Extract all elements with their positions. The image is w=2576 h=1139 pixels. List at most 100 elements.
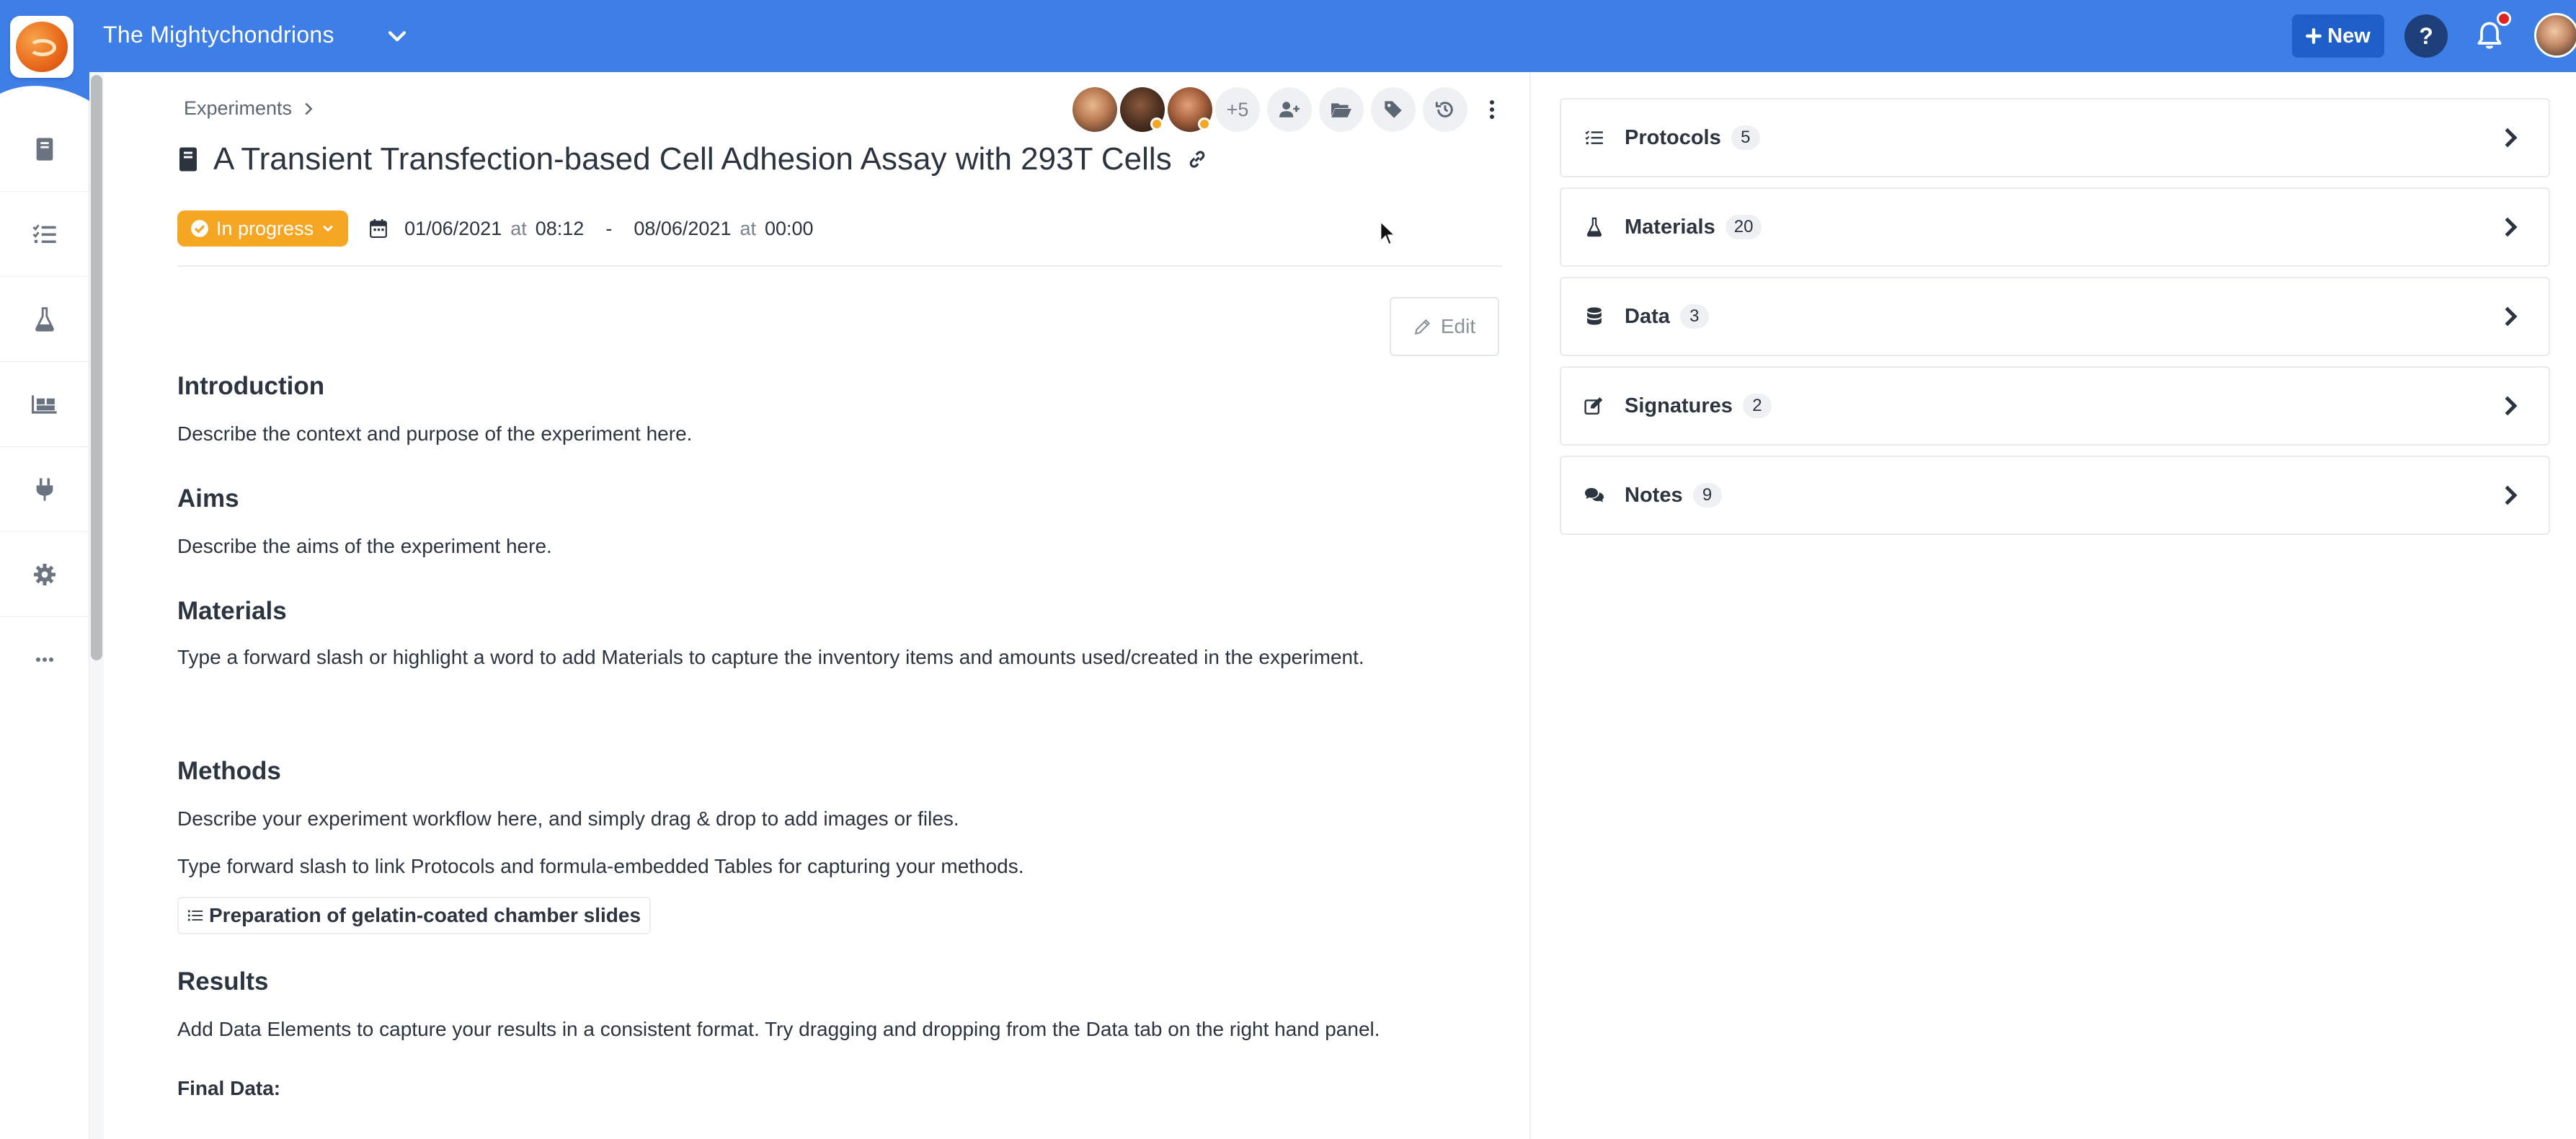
list-icon: [1585, 130, 1603, 145]
chevron-right-icon: [2505, 128, 2518, 148]
notebook-icon: [36, 137, 53, 161]
panel-card-label: Notes: [1625, 483, 1683, 507]
page-title[interactable]: A Transient Transfection-based Cell Adhe…: [213, 141, 1172, 177]
chevron-right-icon: [2505, 485, 2518, 505]
panel-card-count: 3: [1679, 304, 1709, 329]
start-time: 08:12: [535, 217, 585, 239]
edit-button[interactable]: Edit: [1390, 297, 1499, 356]
section-paragraph[interactable]: Type forward slash to link Protocols and…: [177, 855, 1024, 878]
add-collaborator-button[interactable]: [1267, 87, 1312, 132]
help-button[interactable]: ?: [2404, 14, 2448, 58]
scrollbar-thumb[interactable]: [91, 75, 102, 660]
nav-item-more[interactable]: [0, 617, 89, 702]
database-icon: [1587, 307, 1602, 325]
panel-card-label: Signatures: [1625, 394, 1733, 417]
signature-icon: [1584, 397, 1603, 415]
panel-card-data[interactable]: Data 3: [1560, 277, 2550, 356]
new-button-label: New: [2327, 24, 2371, 48]
history-button[interactable]: [1423, 87, 1467, 132]
panel-card-label: Data: [1625, 304, 1670, 328]
flask-icon: [35, 306, 54, 332]
linked-protocol-label: Preparation of gelatin-coated chamber sl…: [209, 904, 641, 926]
folder-button[interactable]: [1319, 87, 1364, 132]
start-date: 01/06/2021: [404, 217, 502, 239]
collaborator-avatar[interactable]: [1120, 87, 1165, 132]
chevron-down-icon[interactable]: [385, 25, 409, 49]
plug-icon: [36, 477, 53, 501]
tag-button[interactable]: [1371, 87, 1416, 132]
end-time: 00:00: [765, 217, 814, 239]
section-heading: Materials: [177, 597, 287, 625]
panel-card-label: Materials: [1625, 215, 1715, 239]
section-paragraph[interactable]: Add Data Elements to capture your result…: [177, 1018, 1380, 1041]
logo-mitochondrion: [16, 22, 68, 72]
list-icon: [187, 910, 203, 921]
header-divider: [177, 265, 1502, 267]
protocols-icon: [32, 223, 56, 243]
online-indicator: [1198, 118, 1211, 130]
link-icon[interactable]: [1186, 149, 1208, 170]
section-paragraph[interactable]: Describe the aims of the experiment here…: [177, 535, 552, 558]
panel-card-protocols[interactable]: Protocols 5: [1560, 98, 2550, 177]
section-heading: Introduction: [177, 372, 325, 400]
panel-card-signatures[interactable]: Signatures 2: [1560, 366, 2550, 446]
tag-icon: [1385, 101, 1402, 118]
collaborator-avatar[interactable]: [1072, 87, 1117, 132]
panel-card-count: 2: [1742, 394, 1772, 418]
section-heading: Methods: [177, 757, 281, 785]
section-paragraph[interactable]: Describe your experiment workflow here, …: [177, 807, 959, 830]
workspace-name[interactable]: The Mightychondrions: [103, 22, 334, 48]
kebab-menu-icon: [1490, 100, 1494, 119]
nav-item-notebook[interactable]: [0, 107, 89, 192]
experiment-toolbar: +5: [1072, 87, 1506, 133]
breadcrumb-experiments[interactable]: Experiments: [184, 97, 292, 120]
notification-badge: [2497, 12, 2511, 26]
more-collaborators[interactable]: +5: [1215, 87, 1260, 132]
end-date: 08/06/2021: [634, 217, 732, 239]
app-logo[interactable]: [10, 16, 74, 78]
chevron-right-icon: [305, 102, 313, 115]
linked-protocol-chip[interactable]: Preparation of gelatin-coated chamber sl…: [177, 897, 652, 934]
range-separator: -: [605, 217, 613, 239]
user-avatar[interactable]: [2534, 13, 2576, 58]
nav-item-settings[interactable]: [0, 532, 89, 617]
notebook-icon: [179, 147, 197, 172]
panel-card-materials[interactable]: Materials 20: [1560, 187, 2550, 267]
nav-item-inventory[interactable]: [0, 362, 89, 447]
more-icon: [36, 657, 53, 662]
date-range[interactable]: 01/06/2021 at 08:12 - 08/06/2021 at 00:0…: [370, 218, 814, 240]
panel-card-count: 9: [1692, 483, 1722, 508]
section-paragraph[interactable]: Type a forward slash or highlight a word…: [177, 646, 1364, 669]
panel-card-count: 5: [1731, 125, 1760, 150]
new-button[interactable]: New: [2292, 14, 2384, 58]
at-label: at: [510, 217, 527, 239]
mouse-cursor-icon: [1380, 221, 1397, 246]
chevron-down-icon: [323, 225, 333, 232]
nav-item-integrations[interactable]: [0, 447, 89, 532]
status-dropdown[interactable]: In progress: [177, 210, 349, 247]
status-label: In progress: [216, 217, 314, 239]
comments-icon: [1585, 488, 1604, 502]
section-paragraph[interactable]: Describe the context and purpose of the …: [177, 422, 692, 446]
final-data-label: Final Data:: [177, 1077, 281, 1099]
panel-card-count: 20: [1725, 215, 1762, 239]
panel-card-notes[interactable]: Notes 9: [1560, 456, 2550, 535]
chevron-right-icon: [2505, 396, 2518, 416]
check-circle-icon: [191, 220, 208, 237]
status-row: In progress 01/06/2021 at 08:12 - 08/06/…: [177, 210, 814, 247]
panel-card-label: Protocols: [1625, 125, 1721, 149]
nav-item-materials[interactable]: [0, 277, 89, 362]
pencil-icon: [1414, 319, 1431, 335]
more-options-button[interactable]: [1478, 87, 1506, 132]
at-label: at: [740, 217, 756, 239]
calendar-icon: [370, 219, 387, 238]
chevron-right-icon: [2505, 217, 2518, 237]
history-icon: [1435, 102, 1453, 118]
title-row: A Transient Transfection-based Cell Adhe…: [177, 141, 1208, 177]
inventory-icon: [32, 395, 57, 414]
section-heading: Results: [177, 967, 269, 996]
breadcrumb: Experiments: [184, 97, 314, 120]
collaborator-avatar[interactable]: [1168, 87, 1212, 132]
flask-icon: [1586, 217, 1602, 237]
nav-item-protocols[interactable]: [0, 192, 89, 277]
